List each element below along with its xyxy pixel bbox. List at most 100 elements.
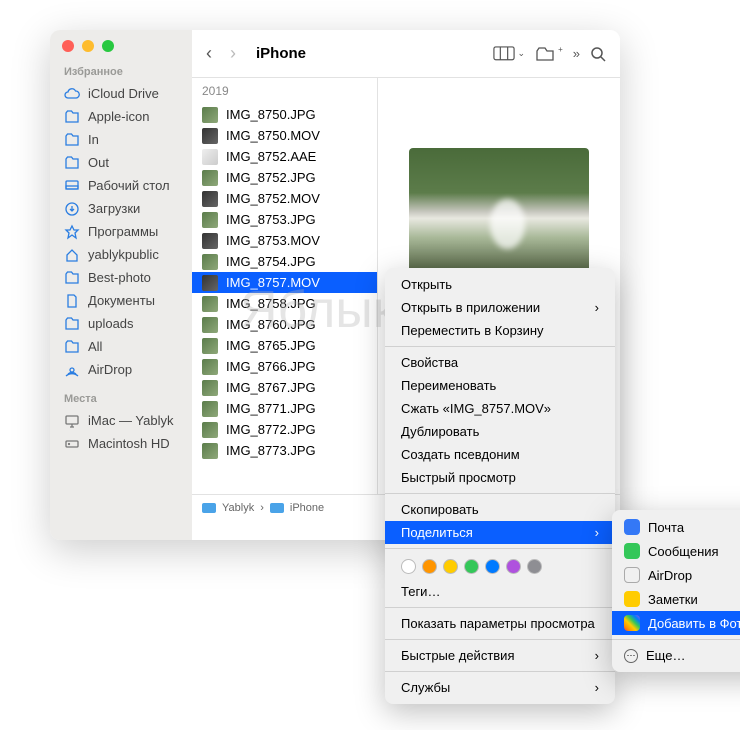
file-item[interactable]: IMG_8757.MOV [192,272,377,293]
chevron-right-icon: › [595,525,599,540]
menu-item[interactable]: Открыть [385,273,615,296]
file-item[interactable]: IMG_8765.JPG [192,335,377,356]
file-item[interactable]: IMG_8771.JPG [192,398,377,419]
menu-item[interactable]: Показать параметры просмотра [385,612,615,635]
file-thumb [202,212,218,228]
sidebar-item[interactable]: iCloud Drive [50,82,192,105]
sidebar-item[interactable]: All [50,335,192,358]
sidebar-item[interactable]: Загрузки [50,197,192,220]
folder-icon [64,155,80,171]
menu-item[interactable]: Свойства [385,351,615,374]
minimize-button[interactable] [82,40,94,52]
share-item[interactable]: Почта [612,515,740,539]
menu-item[interactable]: Сжать «IMG_8757.MOV» [385,397,615,420]
menu-item[interactable]: Открыть в приложении› [385,296,615,319]
tag-color[interactable] [422,559,437,574]
file-thumb [202,443,218,459]
menu-item[interactable]: Переместить в Корзину [385,319,615,342]
file-item[interactable]: IMG_8758.JPG [192,293,377,314]
app-icon [624,543,640,559]
file-item[interactable]: IMG_8773.JPG [192,440,377,461]
file-item[interactable]: IMG_8752.JPG [192,167,377,188]
sidebar-item[interactable]: yablykpublic [50,243,192,266]
app-icon [624,567,640,583]
chevron-right-icon: › [595,680,599,695]
menu-item[interactable]: Дублировать [385,420,615,443]
file-item[interactable]: IMG_8766.JPG [192,356,377,377]
hd-icon [64,436,80,452]
file-thumb [202,191,218,207]
sidebar-place[interactable]: Macintosh HD [50,432,192,455]
sidebar-item[interactable]: Out [50,151,192,174]
sidebar-item[interactable]: AirDrop [50,358,192,381]
file-thumb [202,338,218,354]
tag-color[interactable] [506,559,521,574]
doc-icon [64,293,80,309]
share-item[interactable]: ⋯Еще… [612,644,740,667]
file-thumb [202,359,218,375]
sidebar-item[interactable]: In [50,128,192,151]
file-item[interactable]: IMG_8752.AAE [192,146,377,167]
menu-item[interactable]: Переименовать [385,374,615,397]
file-item[interactable]: IMG_8753.MOV [192,230,377,251]
file-thumb [202,170,218,186]
menu-item[interactable]: Службы› [385,676,615,699]
file-item[interactable]: IMG_8767.JPG [192,377,377,398]
sidebar-item[interactable]: uploads [50,312,192,335]
traffic-lights [50,40,192,64]
menu-item[interactable]: Быстрые действия› [385,644,615,667]
file-item[interactable]: IMG_8752.MOV [192,188,377,209]
sidebar-item[interactable]: Документы [50,289,192,312]
file-thumb [202,149,218,165]
tag-color[interactable] [485,559,500,574]
close-button[interactable] [62,40,74,52]
file-item[interactable]: IMG_8750.JPG [192,104,377,125]
sidebar-place[interactable]: iMac — Yablyk [50,409,192,432]
sidebar-item[interactable]: Рабочий стол [50,174,192,197]
file-item[interactable]: IMG_8750.MOV [192,125,377,146]
share-item[interactable]: Добавить в Фото [612,611,740,635]
menu-item[interactable]: Теги… [385,580,615,603]
tag-color[interactable] [527,559,542,574]
context-menu: ОткрытьОткрыть в приложении›Переместить … [385,268,615,704]
menu-item[interactable]: Скопировать [385,498,615,521]
forward-button[interactable]: › [230,43,236,64]
view-columns-button[interactable]: ⌄ [493,46,526,61]
group-button[interactable]: + [535,46,563,62]
file-item[interactable]: IMG_8754.JPG [192,251,377,272]
file-item[interactable]: IMG_8772.JPG [192,419,377,440]
file-thumb [202,107,218,123]
folder-icon [64,132,80,148]
cloud-icon [64,86,80,102]
zoom-button[interactable] [102,40,114,52]
file-thumb [202,296,218,312]
tag-color[interactable] [401,559,416,574]
home-icon [64,247,80,263]
share-item[interactable]: Сообщения [612,539,740,563]
imac-icon [64,413,80,429]
more-button[interactable]: » [573,46,580,61]
share-item[interactable]: AirDrop [612,563,740,587]
share-item[interactable]: Заметки [612,587,740,611]
sidebar-item[interactable]: Best-photo [50,266,192,289]
dl-icon [64,201,80,217]
separator [385,493,615,494]
back-button[interactable]: ‹ [206,43,212,64]
search-button[interactable] [590,46,606,62]
file-item[interactable]: IMG_8760.JPG [192,314,377,335]
file-thumb [202,254,218,270]
file-thumb [202,128,218,144]
more-icon: ⋯ [624,649,638,663]
menu-item[interactable]: Быстрый просмотр [385,466,615,489]
file-thumb [202,380,218,396]
file-item[interactable]: IMG_8753.JPG [192,209,377,230]
file-thumb [202,275,218,291]
tag-color[interactable] [464,559,479,574]
tag-color[interactable] [443,559,458,574]
menu-item[interactable]: Создать псевдоним [385,443,615,466]
window-title: iPhone [256,45,483,62]
sidebar-item[interactable]: Apple-icon [50,105,192,128]
sidebar-item[interactable]: Программы [50,220,192,243]
sidebar-section-favorites: Избранное [50,64,192,82]
menu-item[interactable]: Поделиться› [385,521,615,544]
